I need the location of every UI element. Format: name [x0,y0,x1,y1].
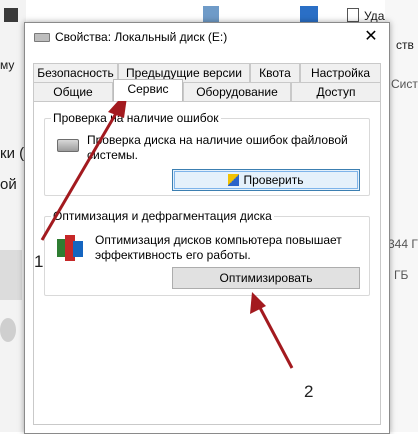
drive-check-icon [57,139,79,152]
optimize-button[interactable]: Оптимизировать [172,267,360,289]
tab-customize[interactable]: Настройка [300,63,381,82]
shield-icon [228,174,240,186]
network-icon [203,6,219,22]
error-check-legend: Проверка на наличие ошибок [51,111,221,125]
optimize-description: Оптимизация дисков компьютера повышает э… [95,233,342,262]
title-bar: Свойства: Локальный диск (E:) ✕ [25,23,389,51]
check-button-label: Проверить [243,173,304,187]
bg-fragment: му [0,58,15,72]
disc-icon [0,318,16,342]
error-check-description: Проверка диска на наличие ошибок файлово… [87,133,348,162]
folder-icon [4,8,18,22]
tab-general[interactable]: Общие [33,82,113,101]
tab-sharing[interactable]: Доступ [291,82,381,101]
error-check-group: Проверка на наличие ошибок Проверка диск… [44,111,370,196]
optimize-legend: Оптимизация и дефрагментация диска [51,209,274,223]
optimize-group: Оптимизация и дефрагментация диска Оптим… [44,209,370,296]
tab-security[interactable]: Безопасность [33,63,118,82]
tab-tools[interactable]: Сервис [113,79,183,101]
defrag-icon [57,235,83,261]
properties-dialog: Свойства: Локальный диск (E:) ✕ Безопасн… [24,22,390,434]
drive-icon [0,250,22,300]
dialog-title: Свойства: Локальный диск (E:) [55,30,228,44]
bg-fragment: ки ( [0,145,25,162]
annotation-label-1: 1 [34,252,44,271]
drive-icon [34,33,50,42]
optimize-button-label: Оптимизировать [219,271,313,285]
bg-fragment: ГБ [394,268,409,282]
check-button[interactable]: Проверить [172,169,360,191]
uninstall-icon [347,8,359,22]
tab-quota[interactable]: Квота [250,63,300,82]
annotation-label-2: 2 [304,382,314,401]
bg-fragment: 344 ГБ [388,237,418,251]
bg-fragment: ой [0,176,17,193]
bg-fragment: ств [396,38,414,52]
tab-hardware[interactable]: Оборудование [183,82,291,101]
bg-fragment: Систе [391,77,418,91]
close-icon[interactable]: ✕ [359,26,383,48]
tools-panel: Проверка на наличие ошибок Проверка диск… [33,101,381,425]
